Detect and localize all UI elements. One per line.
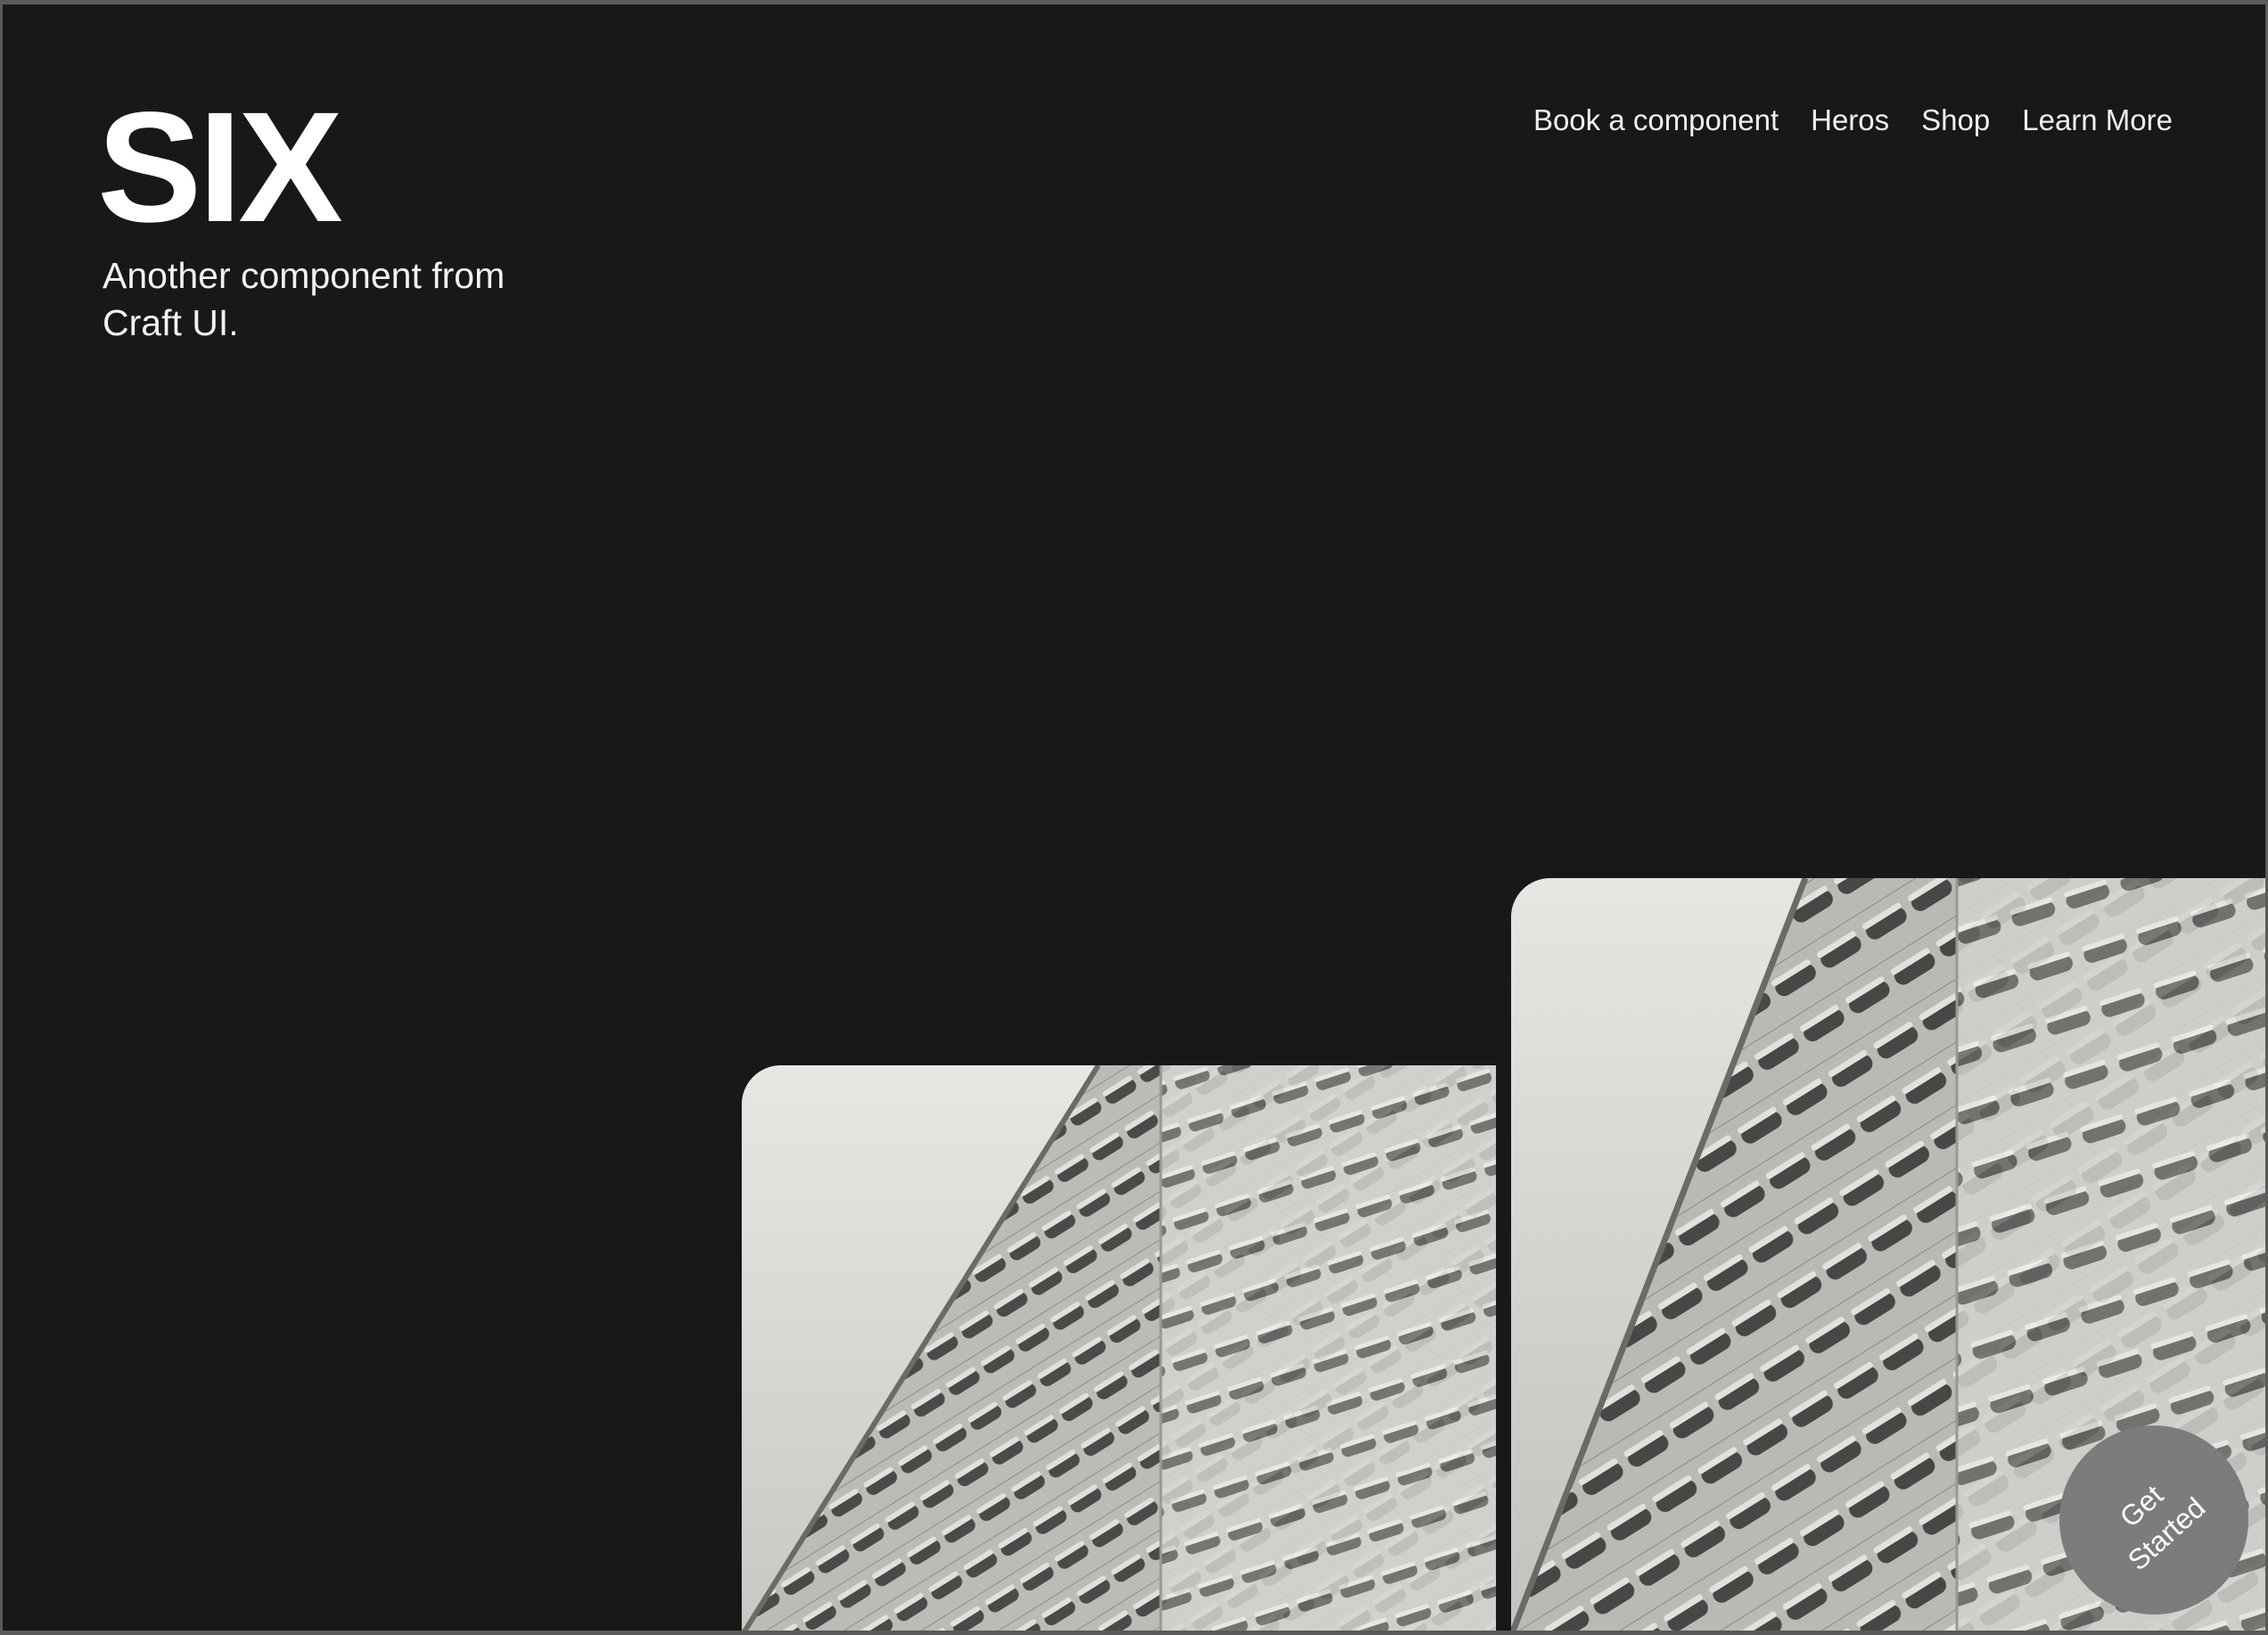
brand-title: SIX bbox=[97, 80, 343, 255]
gallery-image-1 bbox=[742, 1065, 1496, 1631]
nav-link-learn-more[interactable]: Learn More bbox=[2022, 101, 2173, 140]
get-started-button[interactable]: Get Started bbox=[2059, 1425, 2248, 1614]
nav-link-heros[interactable]: Heros bbox=[1811, 101, 1889, 140]
facade-photo-1 bbox=[742, 1065, 1496, 1631]
get-started-label: Get Started bbox=[2113, 1478, 2212, 1577]
nav-link-shop[interactable]: Shop bbox=[1921, 101, 1990, 140]
nav-link-book-a-component[interactable]: Book a component bbox=[1533, 101, 1779, 140]
main-nav: Book a component Heros Shop Learn More bbox=[1533, 101, 2173, 140]
brand-subtitle: Another component from Craft UI. bbox=[103, 255, 505, 343]
hero-section: SIX Another component from Craft UI. Boo… bbox=[3, 4, 2265, 1631]
brand-block: SIX Another component from Craft UI. bbox=[97, 80, 513, 347]
